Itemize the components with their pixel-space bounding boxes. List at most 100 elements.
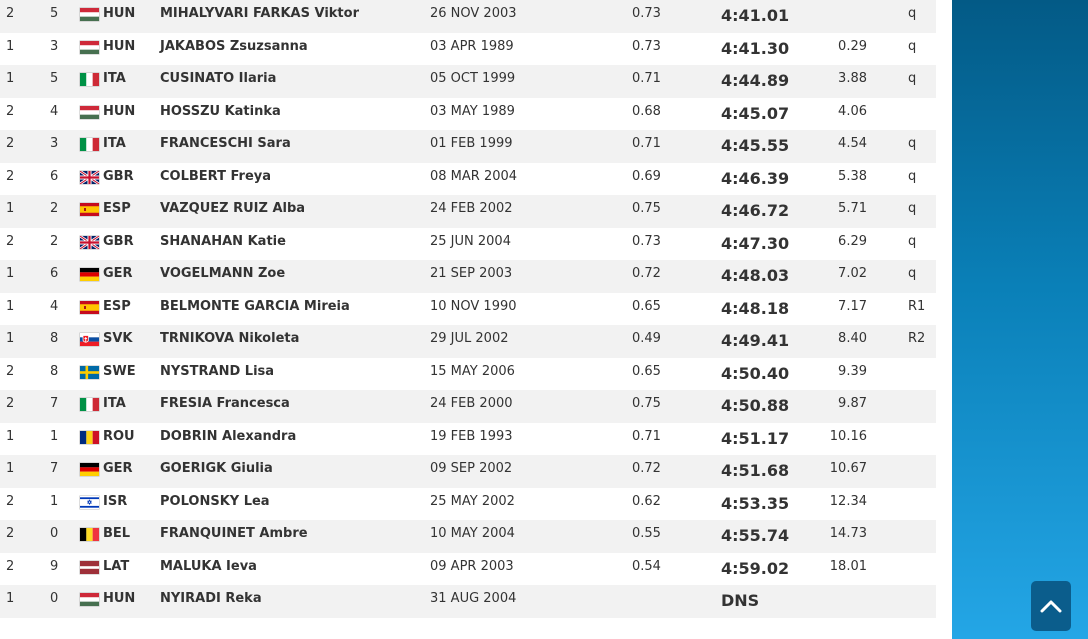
time-behind: 10.16	[829, 428, 867, 444]
results-table: 2 5 HUN MIHALYVARI FARKAS Viktor 26 NOV 2003…	[0, 0, 936, 618]
athlete-name: MALUKA Ieva	[160, 558, 257, 574]
lane: 8	[50, 331, 59, 346]
time-behind: 18.01	[829, 558, 867, 574]
nat: ROU	[103, 428, 135, 444]
flag-ita-icon	[80, 73, 99, 86]
heat: 2	[6, 363, 15, 379]
heat: 2	[6, 6, 15, 21]
table-row: 1 5 ITA CUSINATO Ilaria 05 OCT 1999 0.71 4:44.…	[0, 65, 936, 98]
reaction-time: 0.68	[632, 103, 661, 119]
reaction-time: 0.62	[632, 493, 661, 509]
heat: 1	[6, 38, 15, 54]
time-behind: 5.71	[838, 201, 867, 216]
nat: ISR	[103, 493, 128, 509]
reaction-time: 0.65	[632, 298, 661, 314]
table-row: 1 3 HUN JAKABOS Zsuzsanna 03 APR 1989 0.73 4:4…	[0, 33, 936, 66]
flag-hun-icon	[80, 593, 99, 606]
time-behind: 8.40	[838, 331, 867, 346]
time-behind: 9.87	[838, 396, 867, 411]
nat: BEL	[103, 526, 131, 541]
qualification: q	[908, 71, 917, 86]
athlete-name: NYIRADI Reka	[160, 591, 262, 606]
athlete-name: BELMONTE GARCIA Mireia	[160, 298, 350, 314]
athlete-name: CUSINATO Ilaria	[160, 71, 277, 86]
table-row: 1 2 ESP VAZQUEZ RUIZ Alba 24 FEB 2002 0.75 4:4…	[0, 195, 936, 228]
flag-gbr-icon	[80, 235, 99, 249]
lane: 4	[50, 103, 59, 119]
table-row: 1 7 GER GOERIGK Giulia 09 SEP 2002 0.72 4:51.6…	[0, 455, 936, 488]
flag-ger-icon	[80, 463, 99, 476]
qualification: q	[908, 168, 917, 184]
athlete-name: DOBRIN Alexandra	[160, 428, 297, 444]
qualification: q	[908, 266, 917, 281]
birth-date: 21 SEP 2003	[430, 266, 513, 281]
qualification: q	[908, 38, 917, 54]
reaction-time: 0.73	[632, 38, 661, 54]
table-row: 1 6 GER VOGELMANN Zoe 21 SEP 2003 0.72 4:48.03…	[0, 260, 936, 293]
nat: GBR	[103, 168, 134, 184]
birth-date: 09 APR 2003	[430, 558, 514, 574]
athlete-name: JAKABOS Zsuzsanna	[160, 38, 308, 54]
table-row: 1 8 SVK TRNIKOVA Nikoleta 29 JUL 2002 0.49 4:4…	[0, 325, 936, 358]
reaction-time: 0.71	[632, 428, 661, 444]
table-row: 2 5 HUN MIHALYVARI FARKAS Viktor 26 NOV 2003…	[0, 0, 936, 33]
lane: 2	[50, 233, 59, 249]
lane: 4	[50, 298, 59, 314]
heat: 2	[6, 136, 15, 151]
lane: 1	[50, 493, 59, 509]
flag-isr-icon	[80, 495, 99, 509]
heat: 1	[6, 331, 15, 346]
flag-ita-icon	[80, 398, 99, 411]
athlete-name: FRESIA Francesca	[160, 396, 290, 411]
nat: ITA	[103, 71, 126, 86]
table-row: 2 3 ITA FRANCESCHI Sara 01 FEB 1999 0.71 4:45.…	[0, 130, 936, 163]
time-behind: 5.38	[838, 168, 867, 184]
nat: GBR	[103, 233, 134, 249]
nat: ESP	[103, 298, 131, 314]
qualification: q	[908, 136, 917, 151]
qualification: q	[908, 6, 917, 21]
flag-svk-icon	[80, 333, 99, 346]
athlete-name: SHANAHAN Katie	[160, 233, 286, 249]
lane: 3	[50, 38, 59, 54]
birth-date: 29 JUL 2002	[430, 331, 509, 346]
heat: 1	[6, 266, 15, 281]
nat: ITA	[103, 136, 126, 151]
flag-gbr-icon	[80, 170, 99, 184]
birth-date: 15 MAY 2006	[430, 363, 515, 379]
lane: 6	[50, 266, 59, 281]
lane: 6	[50, 168, 59, 184]
athlete-name: FRANQUINET Ambre	[160, 526, 308, 541]
nat: GER	[103, 266, 133, 281]
time-behind: 7.17	[838, 298, 867, 314]
scroll-to-top-button[interactable]	[1031, 581, 1071, 631]
flag-esp-icon	[80, 300, 99, 314]
nat: GER	[103, 461, 133, 476]
flag-ita-icon	[80, 138, 99, 151]
result-time: 4:48.18	[721, 298, 790, 318]
heat: 1	[6, 71, 15, 86]
time-behind: 4.54	[838, 136, 867, 151]
qualification: R2	[908, 331, 926, 346]
birth-date: 10 NOV 1990	[430, 298, 517, 314]
flag-esp-icon	[80, 203, 99, 216]
table-row: 2 1 ISR POLONSKY Lea 25 MAY 2002 0.62 4:53.35 1…	[0, 488, 936, 521]
athlete-name: MIHALYVARI FARKAS Viktor	[160, 6, 359, 21]
lane: 7	[50, 396, 59, 411]
result-time: 4:50.40	[721, 363, 790, 383]
reaction-time: 0.55	[632, 526, 661, 541]
lane: 9	[50, 558, 59, 574]
birth-date: 24 FEB 2002	[430, 201, 513, 216]
heat: 1	[6, 428, 15, 444]
heat: 2	[6, 526, 15, 541]
reaction-time: 0.73	[632, 233, 661, 249]
heat: 2	[6, 168, 15, 184]
reaction-time: 0.49	[632, 331, 661, 346]
birth-date: 03 MAY 1989	[430, 103, 515, 119]
athlete-name: POLONSKY Lea	[160, 493, 270, 509]
birth-date: 25 JUN 2004	[430, 233, 511, 249]
flag-ger-icon	[80, 268, 99, 281]
flag-lat-icon	[80, 560, 99, 574]
reaction-time: 0.73	[632, 6, 661, 21]
reaction-time: 0.72	[632, 461, 661, 476]
